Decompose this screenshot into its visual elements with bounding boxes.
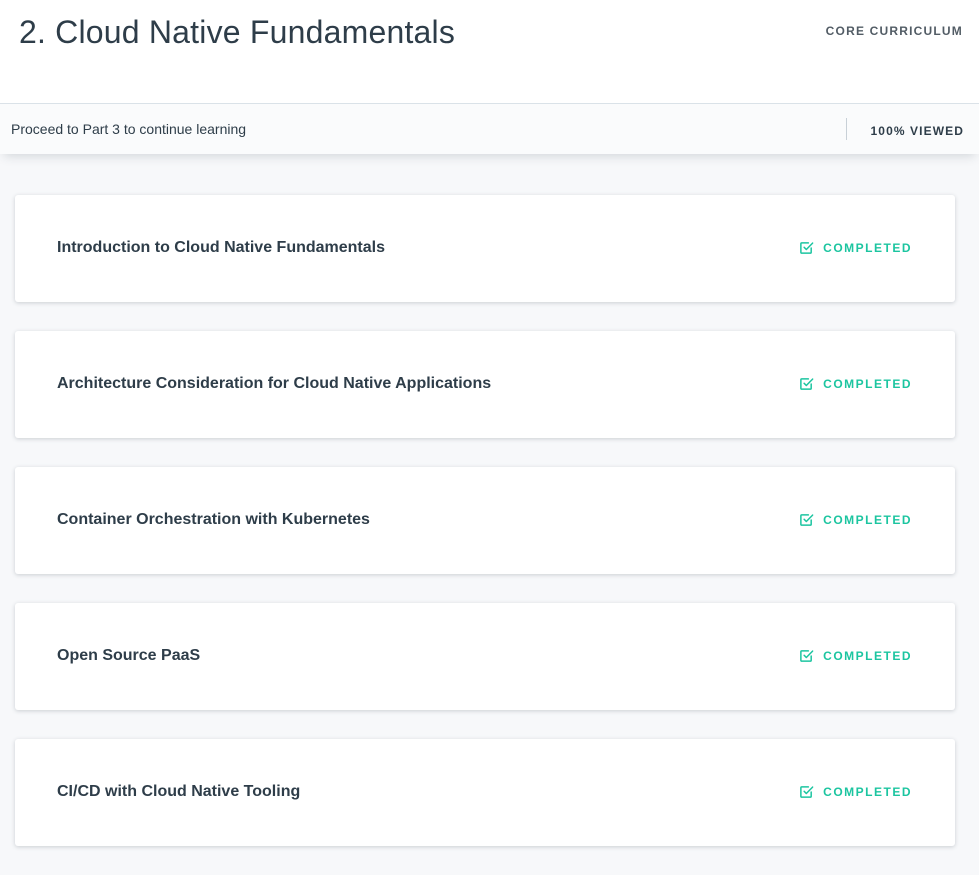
lesson-list: Introduction to Cloud Native Fundamental…: [15, 195, 955, 875]
lesson-status: COMPLETED: [799, 512, 912, 527]
lesson-status: COMPLETED: [799, 240, 912, 255]
page-title: 2. Cloud Native Fundamentals: [19, 14, 456, 50]
completed-status-text: COMPLETED: [823, 784, 912, 799]
lesson-title: CI/CD with Cloud Native Tooling: [57, 783, 301, 800]
checkbox-checked-icon: [800, 378, 814, 390]
checkbox-checked-icon: [800, 786, 814, 798]
progress-message: Proceed to Part 3 to continue learning: [11, 121, 247, 137]
lesson-title: Architecture Consideration for Cloud Nat…: [57, 375, 492, 392]
lesson-title: Container Orchestration with Kubernetes: [57, 511, 370, 528]
lesson-status: COMPLETED: [799, 784, 912, 799]
completed-status-text: COMPLETED: [823, 376, 912, 391]
lesson-status: COMPLETED: [799, 648, 912, 663]
lesson-title: Open Source PaaS: [57, 647, 201, 664]
progress-divider: [846, 118, 847, 140]
progress-bar: Proceed to Part 3 to continue learning 1…: [0, 104, 979, 154]
completed-status-text: COMPLETED: [823, 648, 912, 663]
lesson-card-2[interactable]: Architecture Consideration for Cloud Nat…: [15, 331, 955, 438]
checkbox-checked-icon: [800, 650, 814, 662]
lesson-card-5[interactable]: CI/CD with Cloud Native Tooling COMPLETE…: [15, 739, 955, 846]
checkbox-checked-icon: [800, 514, 814, 526]
section-label: CORE CURRICULUM: [825, 24, 963, 38]
lesson-title: Introduction to Cloud Native Fundamental…: [57, 239, 385, 256]
page-header: 2. Cloud Native Fundamentals CORE CURRIC…: [0, 0, 979, 104]
completed-status-text: COMPLETED: [823, 240, 912, 255]
completed-status-text: COMPLETED: [823, 512, 912, 527]
checkbox-checked-icon: [800, 242, 814, 254]
lesson-status: COMPLETED: [799, 376, 912, 391]
lesson-card-3[interactable]: Container Orchestration with Kubernetes …: [15, 467, 955, 574]
lesson-card-1[interactable]: Introduction to Cloud Native Fundamental…: [15, 195, 955, 302]
lesson-card-4[interactable]: Open Source PaaS COMPLETED: [15, 603, 955, 710]
progress-status: 100% VIEWED: [870, 124, 964, 138]
